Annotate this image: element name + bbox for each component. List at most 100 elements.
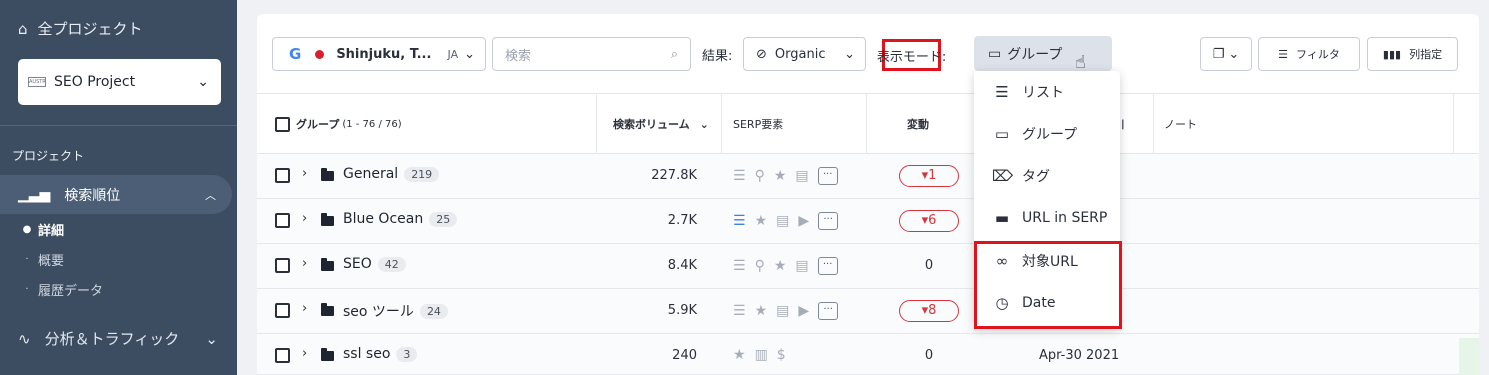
- location-select[interactable]: G Shinjuku, T... JA ⌄: [272, 37, 486, 71]
- link-icon: ∞: [995, 252, 1009, 270]
- project-select[interactable]: AUSTRO SEO Project ⌄: [18, 59, 221, 105]
- group-name[interactable]: ssl seo 3: [343, 346, 418, 362]
- serp-features: ☰ ⚲ ★ ▤ ···: [733, 257, 838, 275]
- sidebar-item-rankings[interactable]: ▁▃▅ 検索順位 ︿: [0, 175, 232, 214]
- all-projects-link[interactable]: ⌂ 全プロジェクト: [18, 18, 143, 39]
- more-icon[interactable]: ···: [818, 212, 839, 230]
- group-name[interactable]: General 219: [343, 166, 440, 182]
- chevron-right-icon[interactable]: ›: [302, 256, 307, 271]
- link-folder-icon: ▬: [994, 209, 1010, 227]
- group-name[interactable]: SEO 42: [343, 256, 406, 272]
- group-column-header[interactable]: グループ (1 - 76 / 76): [275, 94, 402, 154]
- table-icon: ▤: [795, 258, 809, 274]
- menu-item-url-in-serp[interactable]: ▬ URL in SERP: [974, 197, 1120, 239]
- tag-icon: ⌦: [992, 167, 1014, 185]
- list-icon: ☰: [733, 168, 746, 184]
- sidebar-subitem-details[interactable]: ● 詳細: [0, 218, 64, 240]
- group-name-text: ssl seo: [343, 346, 391, 362]
- row-checkbox[interactable]: [275, 348, 290, 363]
- star-icon: ★: [773, 258, 787, 274]
- chevron-down-icon: ⌄: [464, 46, 475, 62]
- volume-column-header[interactable]: 検索ボリューム ⌄: [613, 94, 709, 154]
- video-icon: ▶: [798, 303, 810, 319]
- bullet-icon: ●: [22, 223, 32, 235]
- folder-icon: ▭: [988, 45, 1002, 62]
- sidebar-subitem-overview[interactable]: · 概要: [0, 248, 64, 270]
- select-all-checkbox[interactable]: [275, 116, 290, 132]
- chevron-down-icon: ⌄: [1228, 46, 1240, 62]
- table-row[interactable]: › General 219 227.8K ☰ ⚲ ★ ▤ ··· ▾1: [257, 154, 1479, 199]
- status-indicator: [1459, 338, 1479, 375]
- result-label: 結果:: [702, 49, 733, 64]
- table-row[interactable]: › seo ツール 24 5.9K ☰ ★ ▤ ▶ ··· ▾8: [257, 289, 1479, 334]
- table-icon: ▤: [776, 303, 790, 319]
- group-header-label: グループ: [296, 118, 340, 131]
- hand-cursor-icon: ☝: [1075, 52, 1086, 73]
- video-icon: ▶: [798, 213, 810, 229]
- group-range: (1 - 76 / 76): [342, 118, 402, 130]
- serp-features: ☰ ★ ▤ ▶ ···: [733, 302, 839, 320]
- menu-item-list[interactable]: ☰ リスト: [974, 71, 1120, 113]
- menu-item-tag[interactable]: ⌦ タグ: [974, 155, 1120, 197]
- pin-icon: ⚲: [754, 168, 765, 184]
- keyword-count-badge: 24: [419, 303, 448, 319]
- hidden-column-fragment: |: [1121, 94, 1125, 154]
- sidebar-divider: [0, 125, 237, 126]
- menu-item-label: 対象URL: [1022, 254, 1078, 270]
- row-checkbox[interactable]: [275, 303, 290, 318]
- japan-flag-icon: [315, 49, 325, 59]
- table-row[interactable]: › ssl seo 3 240 ★ ▥ $ 0 Apr-30 2021: [257, 334, 1479, 375]
- serp-column-header[interactable]: SERP要素: [733, 94, 783, 154]
- result-type-select[interactable]: ⊘ Organic ⌄: [743, 37, 866, 71]
- keyword-count-badge: 219: [404, 166, 440, 182]
- menu-item-group[interactable]: ▭ グループ: [974, 113, 1120, 155]
- chevron-right-icon[interactable]: ›: [302, 346, 307, 361]
- columns-icon: ▮▮▮: [1382, 47, 1402, 61]
- table-row[interactable]: › Blue Ocean 25 2.7K ☰ ★ ▤ ▶ ··· ▾6: [257, 199, 1479, 244]
- change-value: 1: [928, 168, 937, 183]
- row-checkbox[interactable]: [275, 258, 290, 273]
- organic-icon: ⊘: [756, 46, 767, 62]
- sidebar-item-analytics[interactable]: ∿ 分析＆トラフィック ⌄: [18, 328, 218, 349]
- view-mode-select[interactable]: ▭ グループ: [974, 36, 1112, 71]
- all-projects-label: 全プロジェクト: [37, 20, 143, 38]
- change-badge: ▾6: [899, 210, 959, 232]
- group-name[interactable]: Blue Ocean 25: [343, 211, 458, 227]
- copy-button[interactable]: ❐ ⌄: [1200, 37, 1252, 71]
- chevron-down-icon: ⌄: [205, 329, 218, 348]
- row-checkbox[interactable]: [275, 168, 290, 183]
- view-mode-value: グループ: [1007, 46, 1063, 63]
- chevron-right-icon[interactable]: ›: [302, 301, 307, 316]
- keyword-count-badge: 42: [377, 256, 406, 272]
- sidebar-subitem-history[interactable]: · 履歴データ: [0, 278, 103, 300]
- menu-item-label: リスト: [1022, 85, 1064, 101]
- group-name[interactable]: seo ツール 24: [343, 301, 448, 321]
- more-icon[interactable]: ···: [818, 302, 839, 320]
- chevron-right-icon[interactable]: ›: [302, 166, 307, 181]
- bullet-icon: ·: [25, 283, 29, 295]
- more-icon[interactable]: ···: [817, 167, 838, 185]
- chevron-right-icon[interactable]: ›: [302, 211, 307, 226]
- table-icon: ▤: [795, 168, 809, 184]
- change-column-header[interactable]: 変動: [907, 94, 929, 154]
- serp-header-label: SERP要素: [733, 118, 784, 131]
- row-checkbox[interactable]: [275, 213, 290, 228]
- menu-item-target-url[interactable]: ∞ 対象URL: [974, 240, 1120, 282]
- project-logo: AUSTRO: [28, 77, 46, 87]
- sidebar-subitem-label: 履歴データ: [38, 283, 104, 299]
- search-placeholder: 検索: [505, 48, 532, 64]
- more-icon[interactable]: ···: [817, 257, 838, 275]
- pin-icon: ⚲: [754, 258, 765, 274]
- change-badge: ▾8: [899, 300, 959, 322]
- menu-item-date[interactable]: ◷ Date: [974, 282, 1120, 324]
- table-row[interactable]: › SEO 42 8.4K ☰ ⚲ ★ ▤ ··· 0: [257, 244, 1479, 289]
- bullet-icon: ·: [25, 253, 29, 265]
- search-input[interactable]: 検索 ⌕: [492, 37, 691, 71]
- filter-button[interactable]: ☰ フィルタ: [1258, 37, 1360, 71]
- sidebar-subitem-label: 概要: [38, 253, 65, 269]
- notes-column-header[interactable]: ノート: [1164, 94, 1197, 154]
- menu-item-label: Date: [1022, 295, 1056, 311]
- clock-icon: ◷: [995, 294, 1009, 312]
- columns-button[interactable]: ▮▮▮ 列指定: [1367, 37, 1458, 71]
- copy-icon: ❐: [1212, 46, 1225, 62]
